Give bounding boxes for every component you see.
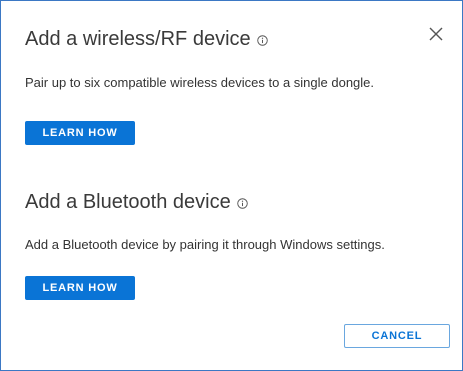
close-icon <box>429 27 443 41</box>
bluetooth-description: Add a Bluetooth device by pairing it thr… <box>25 237 385 252</box>
close-button[interactable] <box>427 25 445 43</box>
bluetooth-title-text: Add a Bluetooth device <box>25 191 231 213</box>
wireless-title-text: Add a wireless/RF device <box>25 28 251 50</box>
cancel-button[interactable]: CANCEL <box>344 324 450 348</box>
wireless-learn-how-button[interactable]: LEARN HOW <box>25 121 135 145</box>
add-device-dialog: Add a wireless/RF device Pair up to six … <box>0 0 463 371</box>
info-circle-icon[interactable] <box>256 34 268 46</box>
wireless-description: Pair up to six compatible wireless devic… <box>25 75 375 90</box>
bluetooth-learn-how-button[interactable]: LEARN HOW <box>25 276 135 300</box>
bluetooth-section-title: Add a Bluetooth device <box>25 191 248 214</box>
wireless-section-title: Add a wireless/RF device <box>25 28 268 51</box>
info-circle-icon[interactable] <box>236 197 248 209</box>
